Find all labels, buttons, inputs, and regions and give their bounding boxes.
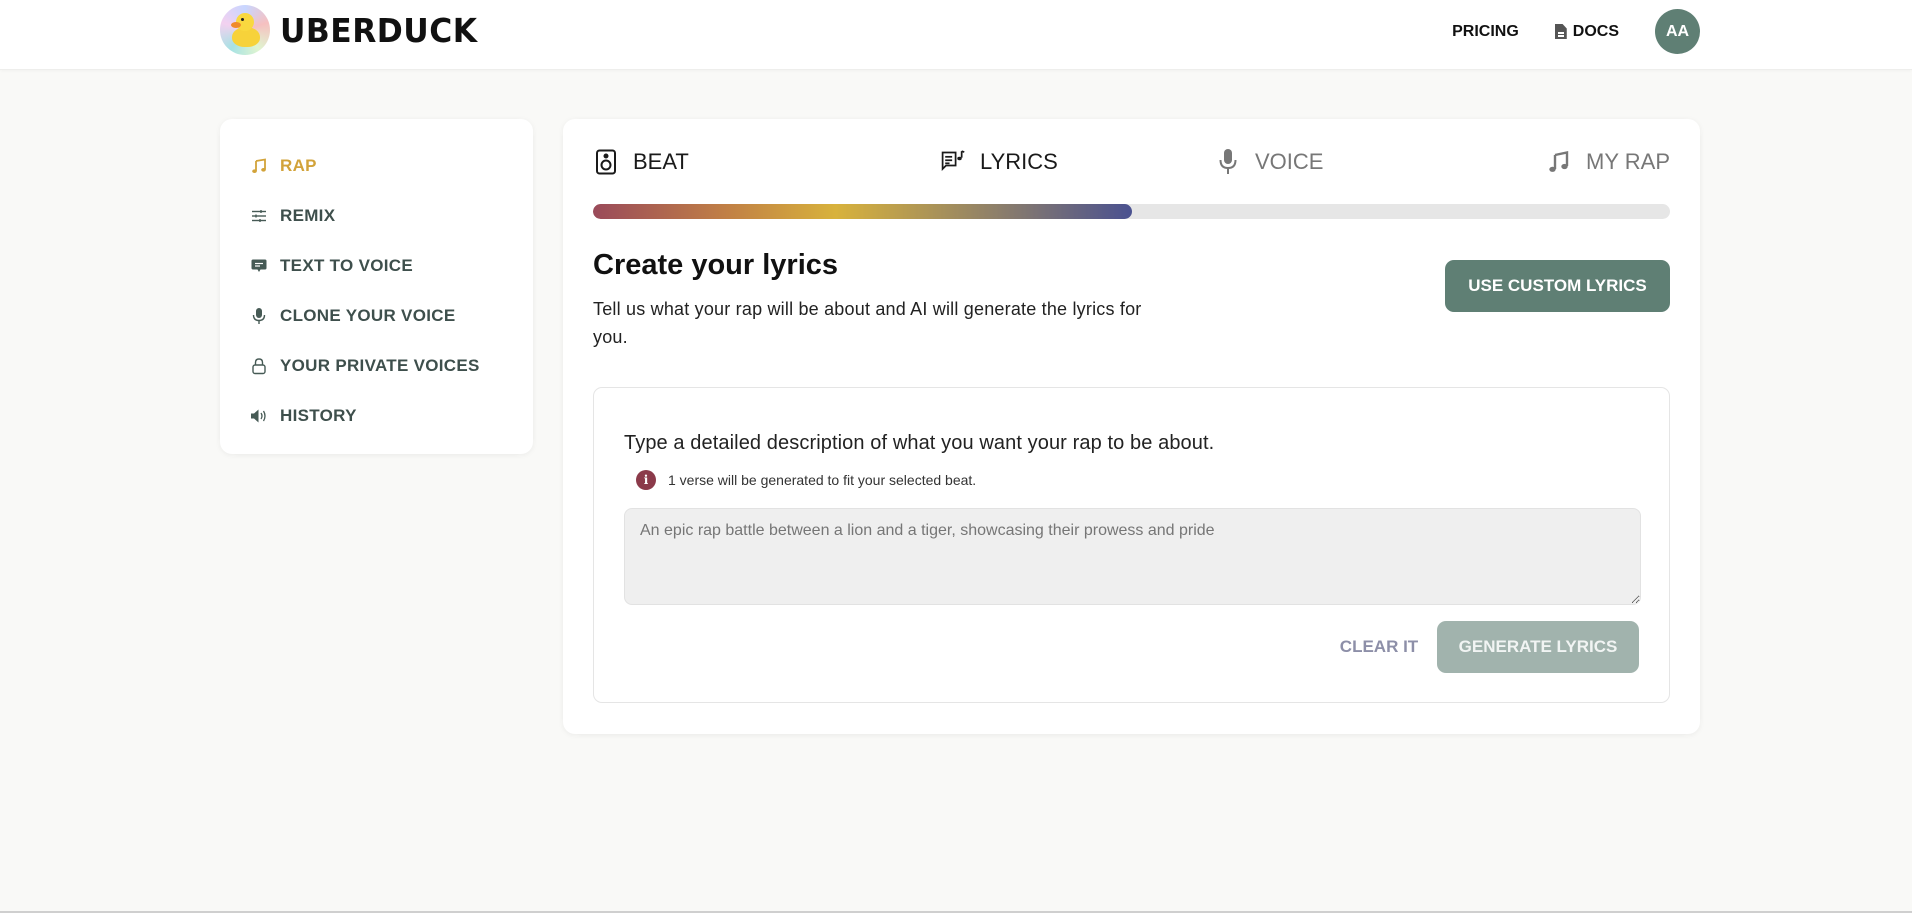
brand-logo[interactable]: UBERDUCK [220,5,488,55]
sidebar-item-label: REMIX [280,206,336,225]
lyrics-icon [940,149,966,175]
progress-bar [593,204,1670,219]
music-note-icon [250,157,268,175]
step-indicator: BEAT LYRICS VOICE MY RAP [593,149,1670,185]
lyrics-prompt-panel: Type a detailed description of what you … [593,387,1670,703]
sidebar-item-label: HISTORY [280,406,357,425]
page-subtitle: Tell us what your rap will be about and … [593,299,1142,347]
generate-lyrics-button[interactable]: GENERATE LYRICS [1437,621,1639,673]
lyrics-description-input[interactable] [624,508,1641,605]
sidebar-item-text-to-voice[interactable]: TEXT TO VOICE [250,241,533,291]
sidebar-item-label: RAP [280,156,317,175]
pricing-link[interactable]: PRICING [1452,23,1519,41]
top-header: UBERDUCK PRICING DOCS AA [0,0,1912,70]
lock-icon [250,357,268,375]
sidebar-item-label: TEXT TO VOICE [280,256,413,275]
speaker-box-icon [593,149,619,175]
sidebar-item-history[interactable]: HISTORY [250,391,533,441]
brand-name: UBERDUCK [280,10,478,50]
sidebar-item-clone-voice[interactable]: CLONE YOUR VOICE [250,291,533,341]
step-label: VOICE [1255,149,1324,174]
chat-bubble-icon [250,257,268,275]
music-note-icon [1546,149,1572,175]
sidebar-item-private-voices[interactable]: YOUR PRIVATE VOICES [250,341,533,391]
document-icon [1554,24,1567,39]
use-custom-lyrics-button[interactable]: USE CUSTOM LYRICS [1445,260,1670,312]
sliders-icon [250,207,268,225]
microphone-icon [250,307,268,325]
user-avatar[interactable]: AA [1655,9,1700,54]
header-nav: PRICING DOCS AA [1452,9,1700,54]
speaker-icon [250,407,268,425]
sidebar: RAP REMIX TEXT TO VOICE CLONE YOUR VOICE… [220,119,533,454]
step-lyrics[interactable]: LYRICS [940,149,1058,175]
step-label: LYRICS [980,149,1058,174]
sidebar-item-rap[interactable]: RAP [250,141,533,191]
step-voice[interactable]: VOICE [1215,149,1323,175]
step-label: BEAT [633,149,689,174]
microphone-icon [1215,149,1241,175]
sidebar-item-remix[interactable]: REMIX [250,191,533,241]
sidebar-item-label: YOUR PRIVATE VOICES [280,356,480,375]
page-title: Create your lyrics [593,249,839,281]
clear-it-button[interactable]: CLEAR IT [1324,621,1434,673]
avatar-initials: AA [1665,22,1690,40]
progress-fill [593,204,1132,219]
step-my-rap[interactable]: MY RAP [1546,149,1670,175]
step-label: MY RAP [1586,149,1670,174]
pricing-label: PRICING [1452,22,1519,40]
info-text: 1 verse will be generated to fit your se… [668,472,977,488]
info-note: i 1 verse will be generated to fit your … [636,470,976,490]
info-icon: i [636,470,656,490]
step-beat[interactable]: BEAT [593,149,689,175]
duck-logo-icon [220,5,270,55]
rap-builder-card: BEAT LYRICS VOICE MY RAP Create your lyr… [563,119,1700,734]
prompt-label: Type a detailed description of what you … [624,432,1215,454]
docs-label: DOCS [1572,22,1619,40]
sidebar-item-label: CLONE YOUR VOICE [280,306,456,325]
docs-link[interactable]: DOCS [1554,22,1619,41]
